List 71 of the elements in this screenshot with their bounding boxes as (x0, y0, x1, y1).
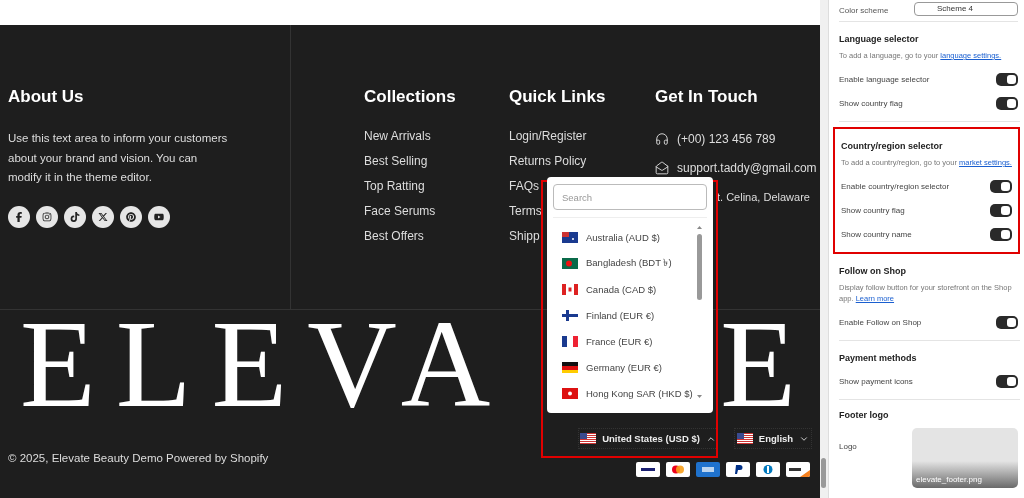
logo-lettering: E (720, 310, 796, 420)
toggle-switch[interactable] (990, 179, 1012, 193)
flag-icon (562, 387, 578, 399)
flag-icon (562, 231, 578, 243)
toggle-label: Show country name (841, 229, 912, 239)
facebook-icon[interactable] (8, 205, 30, 228)
section-heading: Collections (364, 87, 457, 107)
toggle-switch[interactable] (996, 72, 1018, 86)
currency-option[interactable]: Finland (EUR €) (553, 302, 696, 328)
tiktok-icon[interactable] (64, 205, 86, 228)
toggle-label: Show payment icons (839, 376, 913, 386)
toggle-switch[interactable] (996, 96, 1018, 110)
scrollbar-thumb[interactable] (821, 458, 826, 488)
language-selector[interactable]: English (734, 428, 812, 449)
footer-link[interactable]: Login/Register (509, 129, 655, 154)
footer-link[interactable]: Best Offers (364, 229, 509, 254)
toggle-label: Show country flag (839, 98, 903, 108)
toggle-switch[interactable] (996, 315, 1018, 329)
youtube-icon[interactable] (148, 205, 170, 228)
toggle-label: Show country flag (841, 205, 905, 215)
toggle-switch[interactable] (990, 227, 1012, 241)
instagram-icon[interactable] (36, 205, 58, 228)
section-title: Follow on Shop (839, 266, 907, 276)
currency-selector[interactable]: United States (USD $) (578, 428, 718, 449)
currency-option[interactable]: Bangladesh (BDT ৳) (553, 250, 696, 276)
currency-option[interactable]: Australia (AUD $) (553, 224, 696, 250)
logo-lettering: ELEVA (20, 310, 511, 420)
section-title: Footer logo (839, 410, 890, 420)
flag-icon (562, 283, 578, 295)
toggle-label: Enable language selector (839, 74, 930, 84)
flag-icon (562, 361, 578, 373)
section-title: Payment methods (839, 353, 918, 363)
section-heading: Get In Touch (655, 87, 759, 107)
currency-option[interactable]: France (EUR €) (553, 328, 696, 354)
footer-link[interactable]: Best Selling (364, 154, 509, 179)
search-field[interactable]: Search (553, 184, 707, 210)
contact-text: support.taddy@gmail.com (677, 160, 817, 175)
section-title: Language selector (839, 34, 920, 44)
flag-icon (580, 433, 597, 444)
paypal-icon (726, 462, 750, 477)
section-heading: About Us (8, 87, 85, 107)
footer-link[interactable]: Top Ratting (364, 179, 509, 204)
footer-link[interactable]: Face Serums (364, 204, 509, 229)
toggle-switch[interactable] (990, 203, 1012, 217)
currency-option[interactable]: Hong Kong SAR (HKD $) (553, 380, 696, 406)
scrollbar[interactable] (696, 224, 703, 400)
currency-option[interactable]: Canada (CAD $) (553, 276, 696, 302)
x-icon[interactable] (92, 205, 114, 228)
toggle-switch[interactable] (996, 374, 1018, 388)
flag-icon (562, 335, 578, 347)
field-label: Logo (839, 442, 857, 453)
diners-icon (756, 462, 780, 477)
mastercard-icon (666, 462, 690, 477)
copyright-text: © 2025, Elevate Beauty Demo Powered by Shopify (8, 452, 269, 466)
envelope-icon (655, 160, 669, 175)
flag-icon (562, 257, 578, 269)
flag-icon (562, 309, 578, 321)
section-title: Country/region selector (841, 141, 944, 151)
flag-icon (736, 433, 753, 444)
footer-link[interactable]: Returns Policy (509, 154, 655, 179)
toggle-label: Enable Follow on Shop (839, 317, 922, 327)
field-label: Color scheme (839, 6, 889, 15)
section-heading: Quick Links (509, 87, 607, 107)
pinterest-icon[interactable] (120, 205, 142, 228)
currency-option[interactable]: Germany (EUR €) (553, 354, 696, 380)
footer-link[interactable]: New Arrivals (364, 129, 509, 154)
scheme-select[interactable]: Scheme 4 (914, 1, 1018, 16)
contact-text: (+00) 123 456 789 (677, 131, 776, 146)
toggle-label: Enable country/region selector (841, 181, 950, 191)
headset-icon (655, 131, 669, 146)
about-text: Use this text area to inform your customers about your brand and vision. You can modify it in the theme editor. (8, 131, 229, 185)
